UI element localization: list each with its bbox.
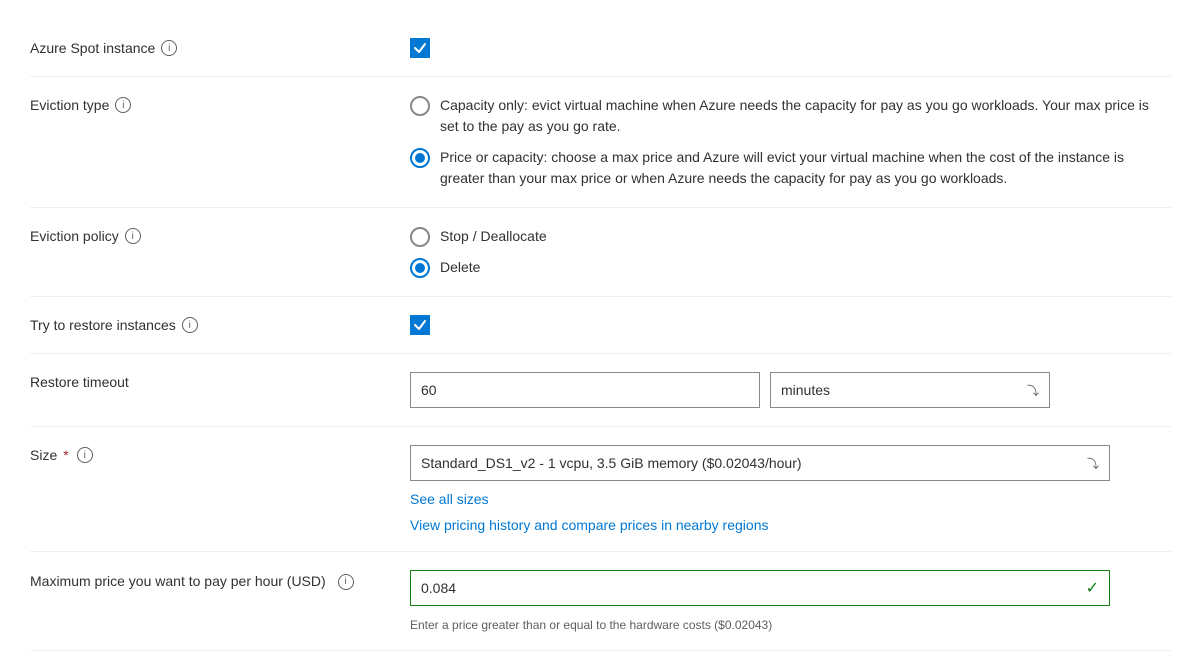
eviction-policy-label: Eviction policy i — [30, 226, 410, 244]
eviction-policy-label-text: Eviction policy — [30, 228, 119, 244]
restore-timeout-label: Restore timeout — [30, 372, 410, 390]
eviction-type-price-text: Price or capacity: choose a max price an… — [440, 147, 1171, 189]
azure-spot-row: Azure Spot instance i — [30, 20, 1171, 77]
max-price-label-text: Maximum price you want to pay per hour (… — [30, 572, 326, 592]
restore-timeout-unit-dropdown[interactable]: minutes ⤵ — [770, 372, 1050, 408]
eviction-policy-stop-text: Stop / Deallocate — [440, 226, 547, 247]
restore-timeout-chevron-icon: ⤵ — [1027, 382, 1039, 399]
size-dropdown[interactable]: Standard_DS1_v2 - 1 vcpu, 3.5 GiB memory… — [410, 445, 1110, 481]
size-chevron-icon: ⤵ — [1087, 455, 1099, 472]
eviction-policy-stop-option[interactable]: Stop / Deallocate — [410, 226, 1171, 247]
azure-spot-info-icon[interactable]: i — [161, 40, 177, 56]
eviction-type-label: Eviction type i — [30, 95, 410, 113]
try-restore-control — [410, 315, 1171, 335]
eviction-type-label-text: Eviction type — [30, 97, 109, 113]
eviction-policy-delete-text: Delete — [440, 257, 480, 278]
eviction-type-info-icon[interactable]: i — [115, 97, 131, 113]
eviction-policy-control: Stop / Deallocate Delete — [410, 226, 1171, 278]
eviction-type-price-radio[interactable] — [410, 148, 430, 168]
size-info-icon[interactable]: i — [77, 447, 93, 463]
max-price-row: Maximum price you want to pay per hour (… — [30, 552, 1171, 651]
azure-spot-label: Azure Spot instance i — [30, 38, 410, 56]
restore-check-icon — [413, 318, 427, 332]
max-price-info-icon[interactable]: i — [338, 574, 354, 590]
max-price-input[interactable] — [421, 580, 1031, 596]
eviction-type-control: Capacity only: evict virtual machine whe… — [410, 95, 1171, 189]
eviction-policy-row: Eviction policy i Stop / Deallocate Dele… — [30, 208, 1171, 297]
max-price-label: Maximum price you want to pay per hour (… — [30, 570, 410, 592]
max-price-valid-icon: ✓ — [1086, 578, 1099, 598]
max-price-control: ✓ Enter a price greater than or equal to… — [410, 570, 1171, 632]
restore-timeout-row: Restore timeout minutes ⤵ — [30, 354, 1171, 427]
azure-spot-control — [410, 38, 1171, 58]
try-restore-label: Try to restore instances i — [30, 315, 410, 333]
restore-timeout-unit-value: minutes — [781, 382, 830, 398]
azure-spot-checkbox-container — [410, 38, 1171, 58]
size-row: Size * i Standard_DS1_v2 - 1 vcpu, 3.5 G… — [30, 427, 1171, 552]
see-all-sizes-link[interactable]: See all sizes — [410, 491, 1171, 507]
eviction-policy-stop-radio[interactable] — [410, 227, 430, 247]
eviction-policy-delete-option[interactable]: Delete — [410, 257, 1171, 278]
azure-spot-label-text: Azure Spot instance — [30, 40, 155, 56]
eviction-type-capacity-radio[interactable] — [410, 96, 430, 116]
eviction-policy-info-icon[interactable]: i — [125, 228, 141, 244]
restore-timeout-inputs: minutes ⤵ — [410, 372, 1171, 408]
azure-spot-checkbox[interactable] — [410, 38, 430, 58]
restore-timeout-control: minutes ⤵ — [410, 372, 1171, 408]
max-price-input-container: ✓ — [410, 570, 1110, 606]
check-icon — [413, 41, 427, 55]
size-control: Standard_DS1_v2 - 1 vcpu, 3.5 GiB memory… — [410, 445, 1171, 533]
try-restore-info-icon[interactable]: i — [182, 317, 198, 333]
max-price-hint: Enter a price greater than or equal to t… — [410, 618, 1171, 632]
size-value: Standard_DS1_v2 - 1 vcpu, 3.5 GiB memory… — [421, 455, 802, 471]
eviction-type-capacity-text: Capacity only: evict virtual machine whe… — [440, 95, 1171, 137]
try-restore-label-text: Try to restore instances — [30, 317, 176, 333]
try-restore-checkbox-container — [410, 315, 1171, 335]
restore-timeout-label-text: Restore timeout — [30, 374, 129, 390]
eviction-type-price-option[interactable]: Price or capacity: choose a max price an… — [410, 147, 1171, 189]
try-restore-checkbox[interactable] — [410, 315, 430, 335]
pricing-history-link[interactable]: View pricing history and compare prices … — [410, 517, 1171, 533]
size-required-star: * — [63, 447, 68, 463]
eviction-type-row: Eviction type i Capacity only: evict vir… — [30, 77, 1171, 208]
size-label: Size * i — [30, 445, 410, 463]
size-label-text: Size — [30, 447, 57, 463]
restore-timeout-input[interactable] — [410, 372, 760, 408]
eviction-type-capacity-option[interactable]: Capacity only: evict virtual machine whe… — [410, 95, 1171, 137]
try-restore-row: Try to restore instances i — [30, 297, 1171, 354]
eviction-policy-delete-radio[interactable] — [410, 258, 430, 278]
